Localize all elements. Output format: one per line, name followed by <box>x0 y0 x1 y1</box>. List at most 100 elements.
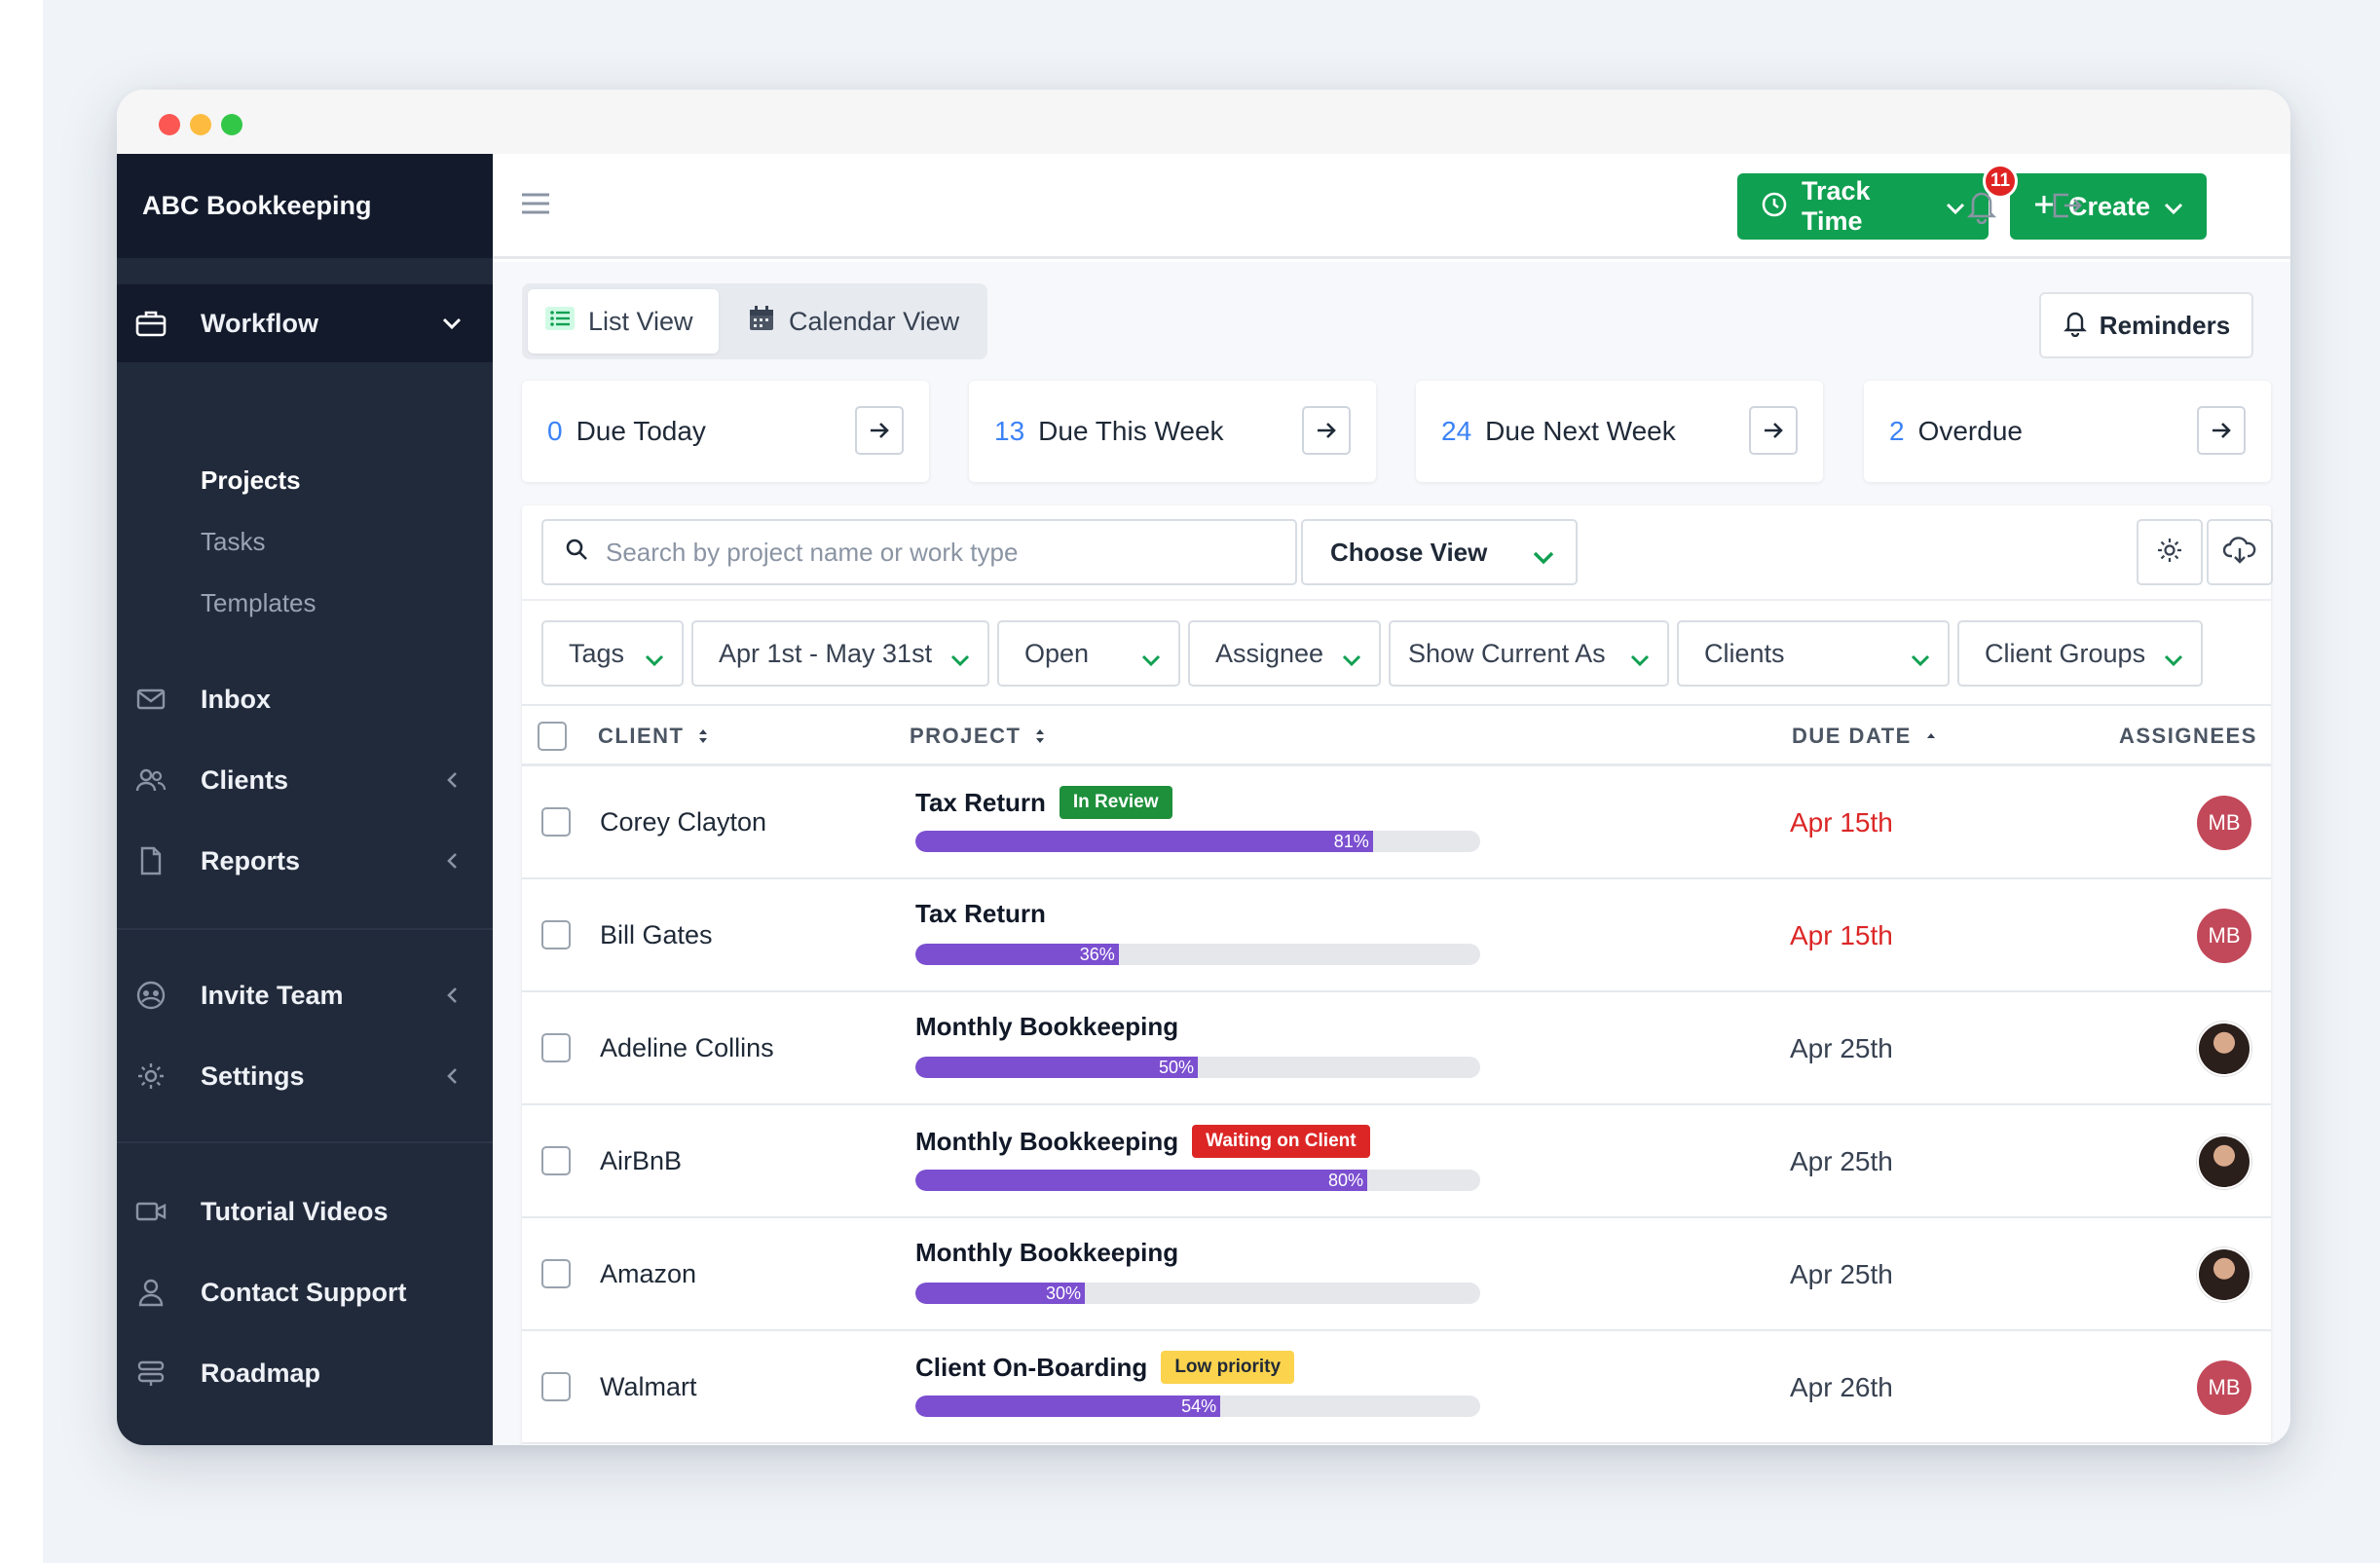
sidebar-item-roadmap[interactable]: Roadmap <box>117 1344 493 1402</box>
project-name[interactable]: Monthly Bookkeeping <box>915 1238 1178 1268</box>
progress-fill: 81% <box>915 831 1373 852</box>
project-name[interactable]: Tax Return <box>915 788 1046 818</box>
project-name[interactable]: Tax Return <box>915 899 1046 929</box>
stat-label: Due Today <box>576 416 706 446</box>
sidebar-item-label: Reports <box>201 845 301 875</box>
avatar[interactable] <box>2197 1247 2251 1302</box>
client-name[interactable]: Amazon <box>600 1259 696 1289</box>
minimize-window-button[interactable] <box>190 114 211 135</box>
avatar[interactable]: MB <box>2197 1360 2251 1415</box>
list-icon <box>545 306 575 337</box>
arrow-right-icon[interactable] <box>1749 406 1798 455</box>
avatar[interactable]: MB <box>2197 796 2251 850</box>
table-row[interactable]: Corey Clayton Tax Return In Review 81% A… <box>522 766 2271 879</box>
column-header-project[interactable]: PROJECT <box>910 724 1046 749</box>
chevron-down-icon <box>950 644 970 674</box>
search-icon <box>565 538 588 568</box>
filter-label: Client Groups <box>1985 638 2146 668</box>
create-button[interactable]: Create <box>2010 173 2207 240</box>
table-row[interactable]: Amazon Monthly Bookkeeping 30% Apr 25th <box>522 1218 2271 1331</box>
filter-show-current-as[interactable]: Show Current As <box>1389 620 1669 687</box>
arrow-right-icon[interactable] <box>855 406 904 455</box>
window-titlebar <box>117 90 2290 154</box>
filter-clients[interactable]: Clients <box>1677 620 1950 687</box>
choose-view-label: Choose View <box>1330 537 1488 567</box>
table-row[interactable]: Adeline Collins Monthly Bookkeeping 50% … <box>522 992 2271 1105</box>
sidebar-subitem-tasks[interactable]: Tasks <box>201 527 265 557</box>
client-name[interactable]: Bill Gates <box>600 920 713 950</box>
stat-card-overdue[interactable]: 2 Overdue <box>1864 381 2271 482</box>
filter-tags[interactable]: Tags <box>541 620 684 687</box>
column-header-due-date[interactable]: DUE DATE <box>1792 724 1937 749</box>
arrow-right-icon[interactable] <box>2197 406 2246 455</box>
sidebar-item-contact-support[interactable]: Contact Support <box>117 1263 493 1321</box>
row-checkbox[interactable] <box>541 1259 571 1288</box>
table-row[interactable]: Bill Gates Tax Return 36% Apr 15th MB <box>522 879 2271 992</box>
filter-client-groups[interactable]: Client Groups <box>1957 620 2203 687</box>
filter-assignee[interactable]: Assignee <box>1188 620 1381 687</box>
sidebar-subitem-templates[interactable]: Templates <box>201 588 316 618</box>
client-name[interactable]: Walmart <box>600 1372 697 1402</box>
settings-button[interactable] <box>2137 519 2203 585</box>
avatar[interactable]: MB <box>2197 909 2251 963</box>
project-name[interactable]: Client On-Boarding <box>915 1353 1147 1383</box>
avatar[interactable] <box>2197 1022 2251 1076</box>
brand-name[interactable]: ABC Bookkeeping <box>117 154 493 258</box>
list-view-button[interactable]: List View <box>528 289 719 354</box>
sidebar-item-workflow[interactable]: Workflow <box>117 294 493 353</box>
column-header-label: ASSIGNEES <box>2119 724 2257 748</box>
column-header-assignees: ASSIGNEES <box>2119 724 2257 749</box>
project-name[interactable]: Monthly Bookkeeping <box>915 1127 1178 1157</box>
filter-status[interactable]: Open <box>997 620 1180 687</box>
client-name[interactable]: Corey Clayton <box>600 807 766 837</box>
table-row[interactable]: AirBnB Monthly Bookkeeping Waiting on Cl… <box>522 1105 2271 1218</box>
row-checkbox[interactable] <box>541 1372 571 1401</box>
chevron-down-icon <box>1342 644 1361 674</box>
logout-icon[interactable] <box>2051 191 2084 222</box>
progress-fill: 54% <box>915 1396 1221 1417</box>
progress-label: 54% <box>1181 1396 1217 1416</box>
select-all-checkbox[interactable] <box>538 722 567 751</box>
stat-card-due-today[interactable]: 0 Due Today <box>522 381 929 482</box>
arrow-right-icon[interactable] <box>1302 406 1351 455</box>
stat-count: 2 <box>1889 416 1905 446</box>
chevron-down-icon <box>1533 542 1554 573</box>
sidebar-item-reports[interactable]: Reports <box>117 832 493 890</box>
sidebar-item-tutorial-videos[interactable]: Tutorial Videos <box>117 1182 493 1241</box>
search-input[interactable]: Search by project name or work type <box>541 519 1297 585</box>
choose-view-select[interactable]: Choose View <box>1301 519 1578 585</box>
row-checkbox[interactable] <box>541 920 571 949</box>
sidebar-item-settings[interactable]: Settings <box>117 1047 493 1105</box>
stat-card-due-this-week[interactable]: 13 Due This Week <box>969 381 1376 482</box>
reminders-button[interactable]: Reminders <box>2039 292 2253 358</box>
chevron-down-icon <box>2164 192 2183 222</box>
avatar[interactable] <box>2197 1135 2251 1189</box>
sidebar-item-inbox[interactable]: Inbox <box>117 670 493 728</box>
download-button[interactable] <box>2207 519 2273 585</box>
status-badge: Low priority <box>1161 1351 1295 1384</box>
chevron-down-icon <box>1141 644 1161 674</box>
calendar-view-button[interactable]: Calendar View <box>730 289 982 354</box>
document-icon <box>134 844 167 877</box>
client-name[interactable]: AirBnB <box>600 1146 682 1176</box>
sidebar-item-invite-team[interactable]: Invite Team <box>117 966 493 1024</box>
column-header-client[interactable]: CLIENT <box>598 724 709 749</box>
project-cell: Monthly Bookkeeping Waiting on Client <box>915 1125 1370 1158</box>
sidebar-item-clients[interactable]: Clients <box>117 751 493 809</box>
progress-label: 30% <box>1045 1284 1081 1303</box>
stat-card-due-next-week[interactable]: 24 Due Next Week <box>1416 381 1823 482</box>
row-checkbox[interactable] <box>541 1146 571 1175</box>
column-header-label: DUE DATE <box>1792 724 1912 748</box>
filter-date-range[interactable]: Apr 1st - May 31st <box>691 620 989 687</box>
gear-icon <box>2156 537 2183 569</box>
sidebar-subitem-projects[interactable]: Projects <box>201 465 301 496</box>
maximize-window-button[interactable] <box>221 114 242 135</box>
hamburger-menu-icon[interactable] <box>520 191 551 220</box>
close-window-button[interactable] <box>159 114 180 135</box>
track-time-button[interactable]: Track Time <box>1737 173 1989 240</box>
row-checkbox[interactable] <box>541 807 571 837</box>
table-row[interactable]: Walmart Client On-Boarding Low priority … <box>522 1331 2271 1444</box>
client-name[interactable]: Adeline Collins <box>600 1033 774 1063</box>
row-checkbox[interactable] <box>541 1033 571 1062</box>
project-name[interactable]: Monthly Bookkeeping <box>915 1012 1178 1042</box>
